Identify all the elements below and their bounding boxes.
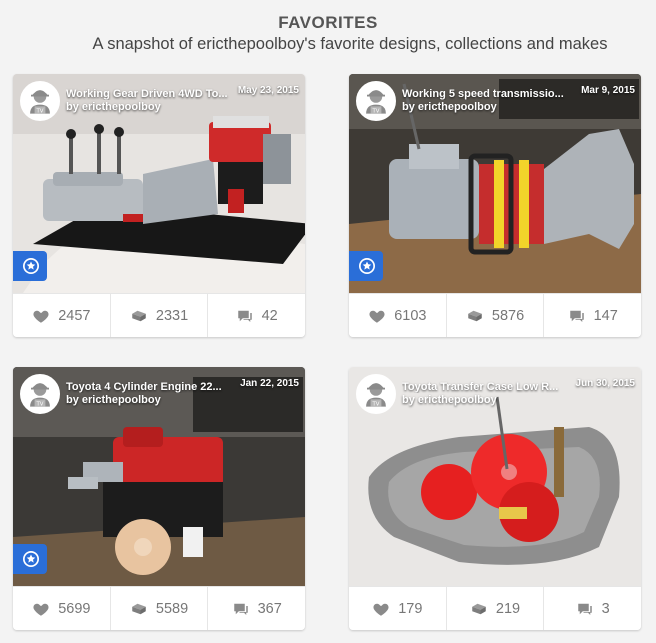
card-stats: 2457 2331 42	[13, 293, 305, 337]
like-count[interactable]: 6103	[349, 294, 446, 337]
comment-icon	[568, 307, 586, 325]
like-value: 6103	[394, 308, 427, 324]
layers-icon	[130, 600, 148, 618]
like-count[interactable]: 5699	[13, 587, 110, 630]
page-title: FAVORITES	[278, 13, 378, 32]
author-avatar[interactable]	[20, 374, 60, 414]
collect-count[interactable]: 219	[445, 587, 544, 630]
design-card[interactable]: Toyota Transfer Case Low R... by ericthe…	[349, 367, 641, 630]
featured-badge	[13, 251, 47, 281]
card-thumbnail[interactable]: Toyota Transfer Case Low R... by ericthe…	[349, 367, 641, 586]
like-value: 5699	[58, 601, 91, 617]
comment-icon	[236, 307, 254, 325]
comment-value: 3	[601, 601, 610, 617]
design-title[interactable]: Working 5 speed transmissio...	[402, 88, 577, 100]
author-avatar[interactable]	[356, 374, 396, 414]
comment-count[interactable]: 147	[543, 294, 641, 337]
design-author[interactable]: by ericthepoolboy	[66, 101, 161, 113]
favorites-header: FAVORITES A snapshot of ericthepoolboy's…	[0, 0, 656, 70]
card-thumbnail[interactable]: Working 5 speed transmissio... by ericth…	[349, 74, 641, 293]
star-badge-icon	[358, 257, 376, 275]
card-stats: 179 219 3	[349, 586, 641, 630]
card-thumbnail[interactable]: Working Gear Driven 4WD To... by ericthe…	[13, 74, 305, 293]
comment-icon	[232, 600, 250, 618]
layers-icon	[470, 600, 488, 618]
design-date: Mar 9, 2015	[581, 85, 635, 96]
design-date: May 23, 2015	[237, 85, 299, 96]
heart-icon	[32, 307, 50, 325]
design-title[interactable]: Working Gear Driven 4WD To...	[66, 88, 241, 100]
collect-count[interactable]: 5589	[109, 587, 208, 630]
design-author[interactable]: by ericthepoolboy	[66, 394, 161, 406]
author-avatar[interactable]	[356, 81, 396, 121]
card-stats: 5699 5589 367	[13, 586, 305, 630]
heart-icon	[368, 307, 386, 325]
star-badge-icon	[22, 257, 40, 275]
comment-count[interactable]: 367	[207, 587, 305, 630]
like-count[interactable]: 179	[349, 587, 446, 630]
design-card[interactable]: Working 5 speed transmissio... by ericth…	[349, 74, 641, 337]
like-value: 179	[398, 601, 423, 617]
author-avatar[interactable]	[20, 81, 60, 121]
comment-count[interactable]: 3	[543, 587, 641, 630]
collect-value: 5876	[491, 308, 525, 324]
page-subtitle: A snapshot of ericthepoolboy's favorite …	[92, 35, 608, 53]
collect-value: 5589	[155, 601, 189, 617]
collect-value: 219	[495, 601, 521, 617]
heart-icon	[32, 600, 50, 618]
comment-value: 42	[261, 308, 278, 324]
collect-count[interactable]: 2331	[109, 294, 208, 337]
star-badge-icon	[22, 550, 40, 568]
comment-count[interactable]: 42	[207, 294, 305, 337]
comment-icon	[576, 600, 594, 618]
featured-badge	[349, 251, 383, 281]
design-author[interactable]: by ericthepoolboy	[402, 394, 497, 406]
design-card[interactable]: Working Gear Driven 4WD To... by ericthe…	[13, 74, 305, 337]
design-date: Jun 30, 2015	[575, 378, 635, 389]
layers-icon	[466, 307, 484, 325]
design-author[interactable]: by ericthepoolboy	[402, 101, 497, 113]
design-title[interactable]: Toyota Transfer Case Low R...	[402, 381, 577, 393]
design-title[interactable]: Toyota 4 Cylinder Engine 22...	[66, 381, 241, 393]
heart-icon	[372, 600, 390, 618]
comment-value: 147	[593, 308, 618, 324]
like-value: 2457	[58, 308, 91, 324]
card-thumbnail[interactable]: Toyota 4 Cylinder Engine 22... by ericth…	[13, 367, 305, 586]
collect-value: 2331	[155, 308, 189, 324]
collect-count[interactable]: 5876	[445, 294, 544, 337]
layers-icon	[130, 307, 148, 325]
like-count[interactable]: 2457	[13, 294, 110, 337]
comment-value: 367	[257, 601, 282, 617]
featured-badge	[13, 544, 47, 574]
design-date: Jan 22, 2015	[240, 378, 299, 389]
card-stats: 6103 5876 147	[349, 293, 641, 337]
design-card[interactable]: Toyota 4 Cylinder Engine 22... by ericth…	[13, 367, 305, 630]
